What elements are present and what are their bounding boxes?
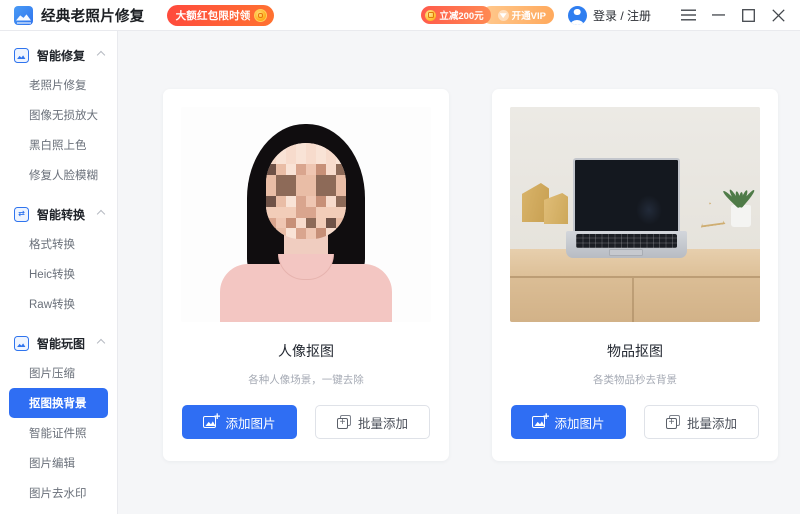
- laptop-trackpad: [609, 249, 643, 256]
- laptop-desk-photo-thumbnail: [510, 107, 760, 322]
- feature-card-object-cutout[interactable]: 物品抠图 各类物品秒去背景 + 添加图片 + 批量添加: [492, 89, 778, 461]
- sidebar-item-label: Raw转换: [29, 299, 76, 311]
- main-content: 人像抠图 各种人像场景，一键去除 + 添加图片 + 批量添加 物品抠图 各类物品…: [119, 31, 800, 514]
- chevron-up-icon: [96, 209, 106, 219]
- portrait-photo-thumbnail: [181, 107, 431, 322]
- sidebar-group-智能玩图[interactable]: 智能玩图: [0, 328, 117, 358]
- application-window: 经典老照片修复 大额红包限时领 立减200元 开通VIP 登录 / 注册 智能修…: [0, 0, 800, 514]
- sidebar-item-cutout-background[interactable]: 抠图换背景: [9, 388, 108, 418]
- sidebar-group-智能转换[interactable]: ⇄ 智能转换: [0, 199, 117, 229]
- card-button-row: + 添加图片 + 批量添加: [181, 405, 431, 439]
- maximize-icon[interactable]: [733, 0, 763, 31]
- batch-add-button-label: 批量添加: [357, 416, 408, 431]
- chevron-up-icon: [96, 50, 106, 60]
- sidebar-item-remove-watermark[interactable]: 图片去水印: [9, 478, 108, 508]
- play-photo-icon: [14, 335, 29, 351]
- sidebar-item-label: 抠图换背景: [29, 398, 87, 410]
- convert-icon: ⇄: [14, 206, 29, 222]
- add-image-button-label: 添加图片: [554, 416, 605, 431]
- minimize-icon[interactable]: [703, 0, 733, 31]
- sidebar-item-face-deblur[interactable]: 修复人脸模糊: [9, 160, 108, 190]
- sidebar-group-label: 智能修复: [37, 48, 86, 63]
- portrait-face-mosaic: [266, 143, 346, 239]
- sidebar-item-old-photo-repair[interactable]: 老照片修复: [9, 70, 108, 100]
- card-button-row: + 添加图片 + 批量添加: [510, 405, 760, 439]
- sidebar-item-image-edit[interactable]: 图片编辑: [9, 448, 108, 478]
- batch-add-button-label: 批量添加: [686, 416, 737, 431]
- close-icon[interactable]: [763, 0, 793, 31]
- redpacket-badge[interactable]: 大额红包限时领: [166, 4, 274, 26]
- sidebar-group-label: 智能玩图: [37, 336, 86, 351]
- sidebar-item-label: 智能证件照: [29, 428, 87, 440]
- plant-pot: [731, 205, 751, 227]
- add-image-icon: +: [203, 412, 220, 429]
- sidebar-group-智能修复[interactable]: 智能修复: [0, 40, 117, 70]
- user-avatar-icon: [567, 5, 587, 25]
- discount-badge[interactable]: 立减200元: [421, 6, 491, 24]
- desk-drawer-line: [510, 276, 760, 278]
- menu-icon[interactable]: [673, 0, 703, 31]
- vip-badge-label: 开通VIP: [511, 11, 546, 22]
- batch-add-button[interactable]: + 批量添加: [315, 405, 430, 439]
- add-image-button-label: 添加图片: [225, 416, 276, 431]
- batch-add-icon: +: [336, 415, 352, 429]
- vip-badge[interactable]: 开通VIP: [481, 6, 554, 24]
- laptop-screen: [573, 158, 680, 231]
- sidebar-item-label: Heic转换: [29, 269, 76, 281]
- title-bar: 经典老照片修复 大额红包限时领 立减200元 开通VIP 登录 / 注册: [0, 0, 800, 31]
- sidebar-item-id-photo[interactable]: 智能证件照: [9, 418, 108, 448]
- plant-leaves: [721, 179, 756, 209]
- add-image-button[interactable]: + 添加图片: [182, 405, 297, 439]
- laptop-keyboard: [576, 234, 677, 248]
- sidebar-item-label: 修复人脸模糊: [29, 170, 98, 182]
- coin-icon: [425, 9, 437, 21]
- card-subtitle: 各类物品秒去背景: [593, 374, 677, 386]
- account-label: 登录 / 注册: [592, 8, 651, 23]
- photo-logo-icon: [14, 5, 33, 25]
- sidebar-item-label: 图像无损放大: [29, 110, 98, 122]
- app-logo: 经典老照片修复: [14, 5, 145, 26]
- sidebar-item-image-upscale[interactable]: 图像无损放大: [9, 100, 108, 130]
- account-login-button[interactable]: 登录 / 注册: [567, 5, 651, 25]
- sidebar-item-raw-convert[interactable]: Raw转换: [9, 289, 108, 319]
- card-subtitle: 各种人像场景，一键去除: [248, 374, 364, 386]
- batch-add-button[interactable]: + 批量添加: [644, 405, 759, 439]
- sidebar-group-label: 智能转换: [37, 207, 86, 222]
- sidebar: 智能修复 老照片修复 图像无损放大 黑白照上色 修复人脸模糊 ⇄ 智能转换 格式…: [0, 31, 118, 514]
- sidebar-item-label: 图片压缩: [29, 368, 75, 380]
- sidebar-item-label: 格式转换: [29, 239, 75, 251]
- feature-card-portrait-cutout[interactable]: 人像抠图 各种人像场景，一键去除 + 添加图片 + 批量添加: [163, 89, 449, 461]
- sidebar-item-label: 黑白照上色: [29, 140, 87, 152]
- discount-badge-label: 立减200元: [439, 11, 484, 22]
- sidebar-item-image-compress[interactable]: 图片压缩: [9, 358, 108, 388]
- app-title: 经典老照片修复: [41, 8, 145, 25]
- desk-drawer-split: [632, 278, 634, 322]
- titlebar-right-cluster: 立减200元 开通VIP 登录 / 注册: [421, 0, 800, 31]
- add-image-icon: +: [532, 412, 549, 429]
- window-controls: [673, 0, 800, 31]
- photo-repair-icon: [14, 47, 29, 63]
- batch-add-icon: +: [665, 415, 681, 429]
- sidebar-item-bw-colorize[interactable]: 黑白照上色: [9, 130, 108, 160]
- sidebar-item-format-convert[interactable]: 格式转换: [9, 229, 108, 259]
- card-title: 人像抠图: [278, 343, 334, 359]
- sidebar-item-label: 图片编辑: [29, 458, 75, 470]
- redpacket-badge-label: 大额红包限时领: [175, 9, 251, 22]
- sidebar-item-label: 老照片修复: [29, 80, 87, 92]
- coin-icon: [253, 8, 267, 22]
- chevron-up-icon: [96, 338, 106, 348]
- card-title: 物品抠图: [607, 343, 663, 359]
- sidebar-item-add-watermark[interactable]: 图片加水印: [9, 508, 108, 514]
- diamond-icon: [497, 9, 509, 21]
- feature-card-list: 人像抠图 各种人像场景，一键去除 + 添加图片 + 批量添加 物品抠图 各类物品…: [119, 31, 800, 461]
- sidebar-item-heic-convert[interactable]: Heic转换: [9, 259, 108, 289]
- sidebar-item-label: 图片去水印: [29, 488, 87, 500]
- add-image-button[interactable]: + 添加图片: [511, 405, 626, 439]
